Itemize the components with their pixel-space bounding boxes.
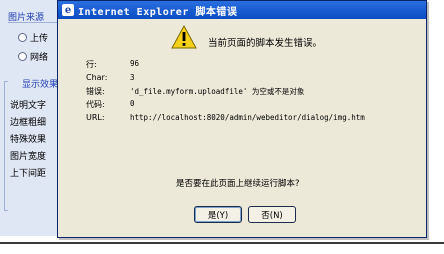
- url-label: URL:: [86, 113, 105, 122]
- background-right-area: [424, 0, 444, 236]
- upload-radio-label: 上传: [30, 34, 49, 44]
- yes-button[interactable]: 是(Y): [194, 206, 242, 223]
- group-divider: [8, 22, 60, 23]
- dialog-titlebar[interactable]: e Internet Explorer 脚本错误: [58, 1, 426, 19]
- vertical-spacing-label: 上下间距: [10, 169, 47, 179]
- script-error-dialog: e Internet Explorer 脚本错误 当前页面的脚本发生错误。 行:…: [57, 0, 427, 238]
- code-label: 代码:: [86, 100, 105, 109]
- radio-circle[interactable]: [18, 33, 27, 42]
- border-width-label: 边框粗细: [10, 118, 47, 128]
- bottom-divider: [0, 242, 444, 244]
- caption-label: 说明文字: [10, 101, 47, 111]
- network-radio[interactable]: 网络: [18, 50, 48, 63]
- code-value: 0: [130, 99, 135, 108]
- line-label: 行:: [86, 60, 97, 69]
- no-button[interactable]: 否(N): [248, 206, 296, 223]
- radio-circle[interactable]: [18, 52, 27, 61]
- line-value: 96: [130, 59, 140, 68]
- image-width-label: 图片宽度: [10, 152, 47, 162]
- warning-triangle-icon: [171, 25, 197, 49]
- dialog-title: Internet Explorer 脚本错误: [78, 6, 238, 18]
- upload-radio[interactable]: 上传: [18, 31, 48, 44]
- network-radio-label: 网络: [30, 53, 49, 63]
- error-headline: 当前页面的脚本发生错误。: [208, 38, 323, 49]
- char-value: 3: [130, 73, 135, 82]
- special-effect-label: 特殊效果: [10, 135, 47, 145]
- char-label: Char:: [86, 73, 108, 82]
- display-group-border: [4, 81, 8, 211]
- display-effect-title: 显示效果: [22, 80, 59, 90]
- ie-logo-icon: e: [62, 4, 74, 16]
- error-label: 错误:: [86, 87, 105, 96]
- continue-question: 是否要在此页面上继续运行脚本?: [176, 179, 300, 189]
- url-value: http://localhost:8020/admin/webeditor/di…: [130, 113, 365, 122]
- error-value: 'd_file.myform.uploadfile' 为空或不是对象: [130, 87, 305, 96]
